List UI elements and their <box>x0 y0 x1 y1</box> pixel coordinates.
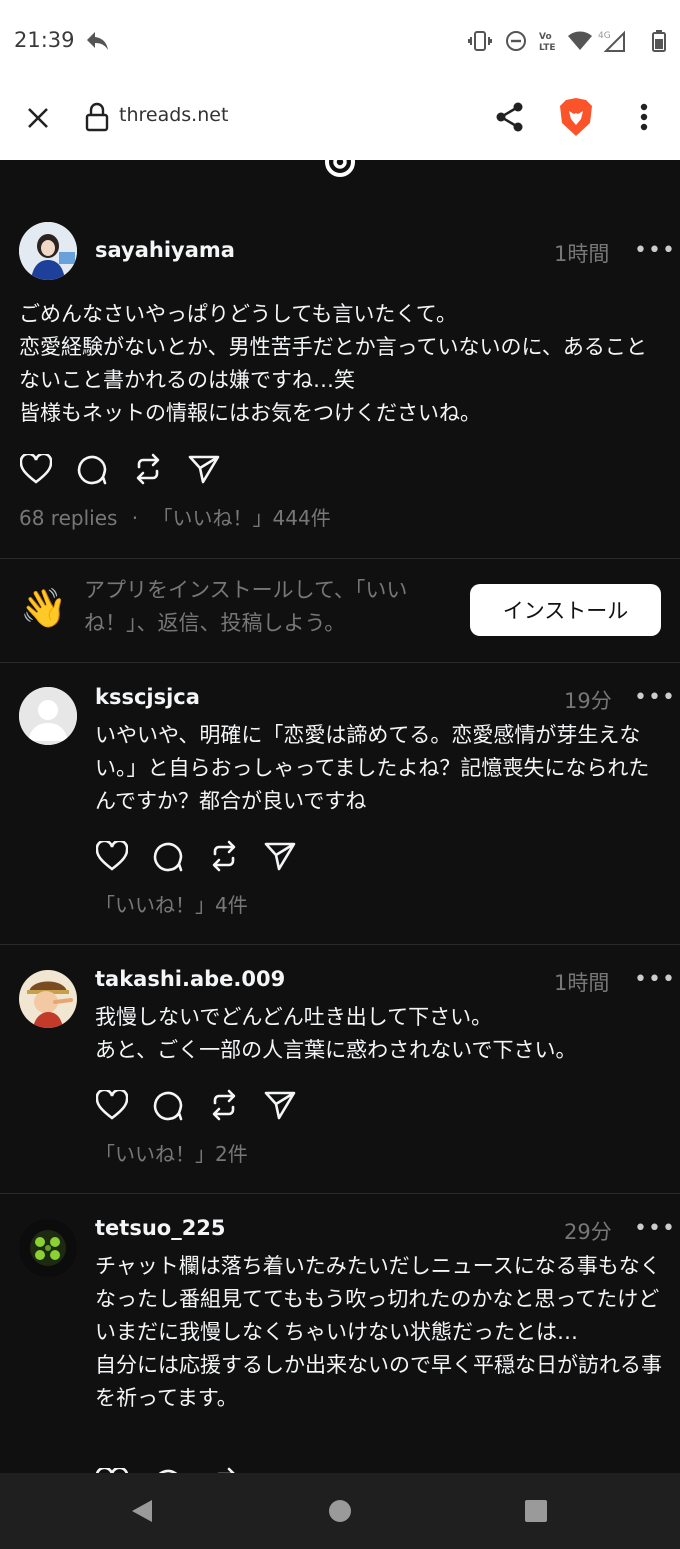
reply-username[interactable]: tetsuo_225 <box>95 1216 226 1240</box>
url-text[interactable]: threads.net <box>119 104 228 126</box>
back-icon[interactable] <box>120 1473 164 1549</box>
threads-page: sayahiyama 1時間 ••• ごめんなさいやっぱりどうしても言いたくて。… <box>0 160 680 1473</box>
home-icon[interactable] <box>318 1473 362 1549</box>
recents-icon[interactable] <box>514 1473 558 1549</box>
svg-text:Vo: Vo <box>539 32 552 42</box>
reply-text: いやいや、明確に「恋愛は諦めてる。恋愛感情が芽生えない。」と自らおっしゃってまし… <box>95 723 650 813</box>
browser-toolbar: threads.net <box>0 84 680 160</box>
divider <box>0 558 680 559</box>
like-icon[interactable] <box>95 1466 129 1473</box>
svg-text:4G: 4G <box>598 31 611 41</box>
status-time: 21:39 <box>14 28 75 52</box>
comment-icon[interactable] <box>75 452 109 486</box>
comment-icon[interactable] <box>151 839 185 873</box>
divider <box>0 662 680 663</box>
post-text: ごめんなさいやっぱりどうしても言いたくて。 恋愛経験がないとか、男性苦手だとか言… <box>19 302 647 425</box>
post-actions <box>19 452 221 486</box>
repost-icon[interactable] <box>207 1088 241 1122</box>
reply-username[interactable]: ksscjsjca <box>95 685 200 709</box>
svg-text:LTE: LTE <box>539 43 556 53</box>
avatar[interactable] <box>19 1219 77 1277</box>
reply-time: 1時間 <box>554 971 610 995</box>
reply-arrow-icon <box>84 28 110 54</box>
send-icon[interactable] <box>263 839 297 873</box>
reply-likes[interactable]: 「いいね！」4件 <box>95 889 248 918</box>
reply-time: 29分 <box>564 1220 612 1244</box>
reply-username[interactable]: takashi.abe.009 <box>95 967 285 991</box>
wave-emoji: 👋 <box>20 586 68 630</box>
post-more-button[interactable]: ••• <box>634 238 676 263</box>
send-icon[interactable] <box>187 452 221 486</box>
like-icon[interactable] <box>95 839 129 873</box>
share-icon[interactable] <box>493 100 527 134</box>
repost-icon[interactable] <box>207 1466 241 1473</box>
avatar[interactable] <box>19 970 77 1028</box>
post-time: 1時間 <box>554 242 610 266</box>
likes-count[interactable]: 「いいね！」444件 <box>153 506 331 530</box>
install-banner-text: アプリをインストールして、「いいね！」、返信、投稿しよう。 <box>84 578 408 635</box>
lock-icon <box>84 100 110 134</box>
replies-count[interactable]: 68 replies <box>19 506 117 530</box>
do-not-disturb-icon <box>504 28 528 54</box>
divider <box>0 944 680 945</box>
brave-icon[interactable] <box>556 96 596 138</box>
post-username[interactable]: sayahiyama <box>95 238 235 262</box>
reply-more-button[interactable]: ••• <box>634 967 676 992</box>
vibrate-icon <box>468 28 492 54</box>
comment-icon[interactable] <box>151 1088 185 1122</box>
avatar[interactable] <box>19 687 77 745</box>
signal-4g-icon: 4G <box>598 28 626 54</box>
reply-more-button[interactable]: ••• <box>634 685 676 710</box>
stats-separator: · <box>131 506 139 530</box>
close-icon[interactable] <box>22 102 54 134</box>
like-icon[interactable] <box>19 452 53 486</box>
send-icon[interactable] <box>263 1088 297 1122</box>
system-nav-bar <box>0 1473 680 1549</box>
comment-icon[interactable] <box>151 1466 185 1473</box>
wifi-icon <box>567 28 593 54</box>
reply-time: 19分 <box>564 689 612 713</box>
volte-icon: Vo LTE <box>536 28 562 54</box>
avatar[interactable] <box>19 222 77 280</box>
install-button[interactable]: インストール <box>470 584 661 636</box>
battery-icon <box>650 28 668 54</box>
divider <box>0 1193 680 1194</box>
reply-likes[interactable]: 「いいね！」2件 <box>95 1138 248 1167</box>
repost-icon[interactable] <box>207 839 241 873</box>
reply-text: 我慢しないでどんどん吐き出して下さい。 あと、ごく一部の人言葉に惑わされないで下… <box>95 1005 577 1062</box>
reply-actions <box>95 1466 241 1473</box>
reply-actions <box>95 839 297 873</box>
post-stats: 68 replies · 「いいね！」444件 <box>19 502 331 531</box>
reply-text: チャット欄は落ち着いたみたいだしニュースになる事もなくなったし番組見ててももう吹… <box>95 1254 662 1410</box>
reply-more-button[interactable]: ••• <box>634 1216 676 1241</box>
threads-logo-icon[interactable] <box>322 160 358 184</box>
more-vert-icon[interactable] <box>630 100 658 134</box>
like-icon[interactable] <box>95 1088 129 1122</box>
reply-actions <box>95 1088 297 1122</box>
repost-icon[interactable] <box>131 452 165 486</box>
status-bar: 21:39 Vo LTE 4G <box>0 0 680 84</box>
